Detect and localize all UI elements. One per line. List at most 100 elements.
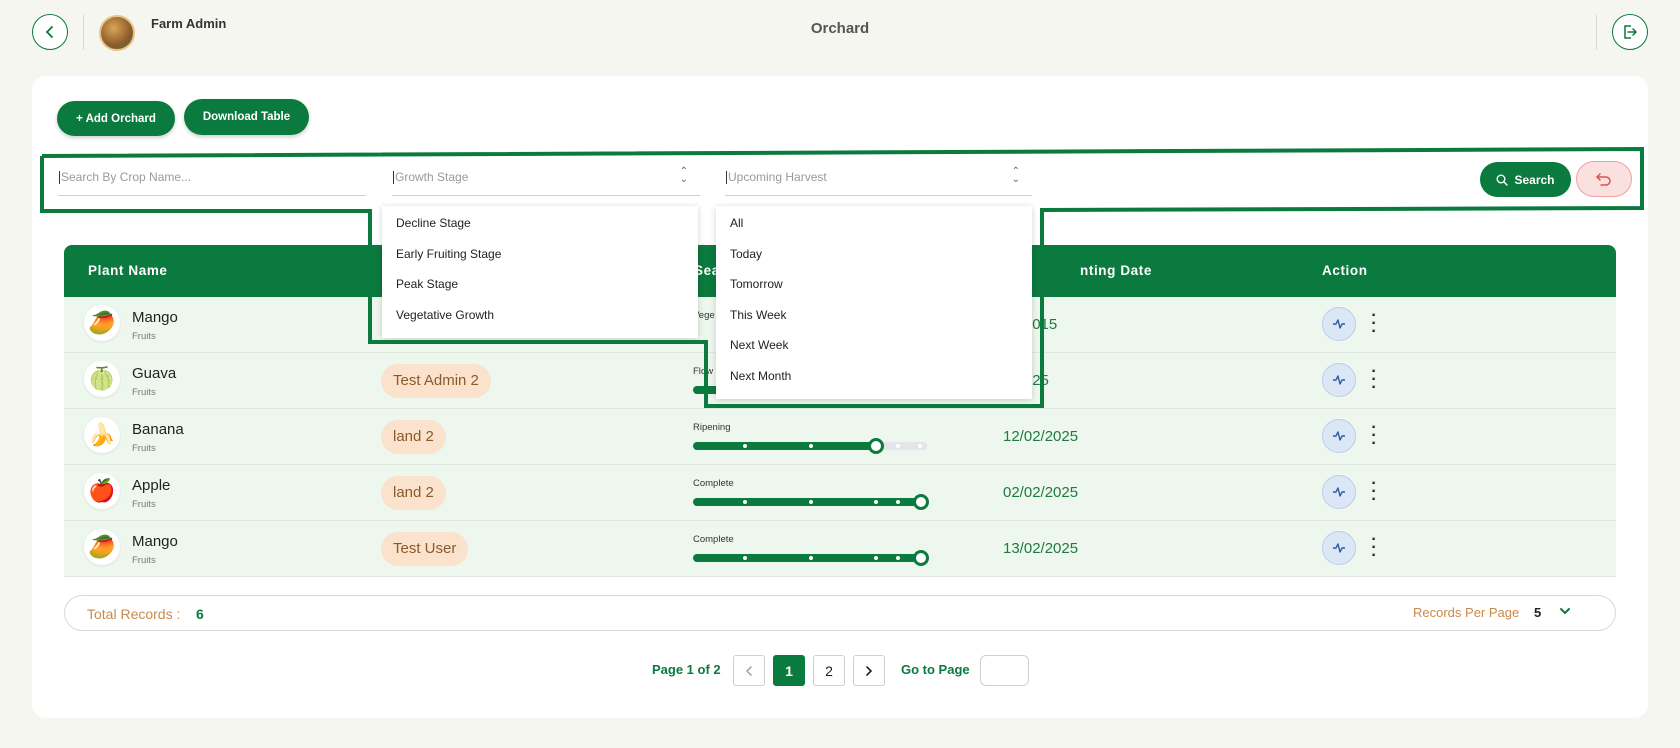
plant-name: Banana (132, 421, 184, 438)
page-2-button[interactable]: 2 (813, 655, 845, 686)
progress-dot (874, 556, 878, 560)
growth-option[interactable]: Decline Stage (382, 208, 698, 239)
activity-button[interactable] (1322, 307, 1356, 341)
search-button[interactable]: Search (1480, 162, 1571, 197)
growth-progress (693, 494, 929, 510)
activity-button[interactable] (1322, 363, 1356, 397)
prev-page-button[interactable] (733, 655, 765, 686)
growth-option[interactable]: Vegetative Growth (382, 300, 698, 331)
records-per-page-label: Records Per Page (1413, 605, 1520, 620)
harvest-option[interactable]: Next Month (716, 361, 1032, 392)
plant-category: Fruits (132, 387, 156, 398)
more-options-icon[interactable]: · · · (1370, 308, 1378, 340)
records-per-page-value[interactable]: 5 (1534, 605, 1541, 620)
upcoming-harvest-select[interactable]: Upcoming Harvest ⌃ ⌄ (725, 156, 1032, 196)
table-row[interactable]: 🍌 Banana Fruits land 2 Ripening 12/02/20… (64, 409, 1616, 465)
download-table-button[interactable]: Download Table (184, 99, 309, 135)
more-options-icon[interactable]: · · · (1370, 420, 1378, 452)
harvest-option[interactable]: Next Week (716, 330, 1032, 361)
harvest-option[interactable]: Today (716, 239, 1032, 270)
banana-icon: 🍌 (84, 417, 120, 453)
table-row[interactable]: 🍎 Apple Fruits land 2 Complete 02/02/202… (64, 465, 1616, 521)
growth-option[interactable]: Early Fruiting Stage (382, 239, 698, 270)
growth-progress (693, 550, 929, 566)
plant-category: Fruits (132, 499, 156, 510)
growth-progress (693, 438, 927, 454)
reset-button[interactable] (1576, 161, 1632, 197)
plant-category: Fruits (132, 443, 156, 454)
chevron-right-icon (866, 665, 873, 676)
plant-name: Mango (132, 309, 178, 326)
land-badge: Test User (381, 532, 469, 566)
progress-dot (896, 500, 900, 504)
more-options-icon[interactable]: · · · (1370, 364, 1378, 396)
chevron-left-icon (745, 665, 752, 676)
search-input[interactable]: Search By Crop Name... (58, 156, 366, 196)
activity-icon (1333, 487, 1345, 497)
progress-dot (743, 444, 747, 448)
planting-date: 02/02/2025 (1003, 484, 1079, 501)
progress-dot (896, 556, 900, 560)
activity-icon (1333, 431, 1345, 441)
total-records-value: 6 (196, 606, 204, 622)
progress-dot (809, 444, 813, 448)
harvest-option[interactable]: Tomorrow (716, 269, 1032, 300)
column-action: Action (1322, 263, 1368, 278)
plant-category: Fruits (132, 331, 156, 342)
activity-button[interactable] (1322, 419, 1356, 453)
harvest-option[interactable]: This Week (716, 300, 1032, 331)
page-1-button[interactable]: 1 (773, 655, 805, 686)
activity-button[interactable] (1322, 475, 1356, 509)
progress-dot (874, 500, 878, 504)
planting-date: 13/02/2025 (1003, 540, 1079, 557)
stage-label: Complete (693, 534, 734, 545)
logout-button[interactable] (1612, 14, 1648, 50)
upcoming-harvest-dropdown: All Today Tomorrow This Week Next Week N… (716, 206, 1032, 399)
records-footer: Total Records : 6 Records Per Page 5 (64, 595, 1616, 631)
stage-label: Ripening (693, 422, 731, 433)
sort-updown-icon: ⌃ ⌄ (1011, 166, 1020, 185)
top-bar: Farm Admin Orchard (0, 0, 1680, 64)
upcoming-harvest-placeholder: Upcoming Harvest (726, 170, 827, 184)
progress-dot (809, 500, 813, 504)
search-placeholder: Search By Crop Name... (59, 170, 192, 184)
planting-date: 12/02/2025 (1003, 428, 1079, 445)
sort-updown-icon: ⌃ ⌄ (679, 166, 688, 185)
apple-icon: 🍎 (84, 473, 120, 509)
growth-option[interactable]: Peak Stage (382, 269, 698, 300)
chevron-down-icon[interactable] (1558, 604, 1572, 618)
progress-knob (913, 494, 929, 510)
harvest-option[interactable]: All (716, 208, 1032, 239)
growth-stage-select[interactable]: Growth Stage ⌃ ⌄ (392, 156, 700, 196)
stage-label: Complete (693, 478, 734, 489)
column-plant-name: Plant Name (88, 263, 168, 278)
progress-dot (809, 556, 813, 560)
undo-icon (1596, 173, 1611, 186)
go-to-page-input[interactable] (980, 655, 1029, 686)
land-badge: land 2 (381, 420, 446, 454)
plant-name: Mango (132, 533, 178, 550)
growth-stage-placeholder: Growth Stage (393, 170, 469, 184)
table-row[interactable]: 🥭 Mango Fruits Test User Complete 13/02/… (64, 521, 1616, 577)
progress-knob (913, 550, 929, 566)
mango-icon: 🥭 (84, 305, 120, 341)
search-icon (1496, 174, 1509, 186)
more-options-icon[interactable]: · · · (1370, 532, 1378, 564)
activity-icon (1333, 543, 1345, 553)
page-title: Orchard (810, 20, 870, 37)
activity-button[interactable] (1322, 531, 1356, 565)
more-options-icon[interactable]: · · · (1370, 476, 1378, 508)
stage-label: Flow (693, 366, 714, 377)
progress-knob (868, 438, 884, 454)
search-button-label: Search (1514, 172, 1555, 187)
next-page-button[interactable] (853, 655, 885, 686)
plant-name: Guava (132, 365, 177, 382)
page-info: Page 1 of 2 (652, 662, 721, 677)
column-planting-date: nting Date (1080, 263, 1152, 278)
plant-name: Apple (132, 477, 171, 494)
mango-icon: 🥭 (84, 529, 120, 565)
progress-dot (918, 444, 922, 448)
growth-stage-dropdown: Decline Stage Early Fruiting Stage Peak … (382, 206, 698, 338)
progress-fill (693, 442, 876, 450)
add-orchard-button[interactable]: + Add Orchard (57, 101, 175, 136)
